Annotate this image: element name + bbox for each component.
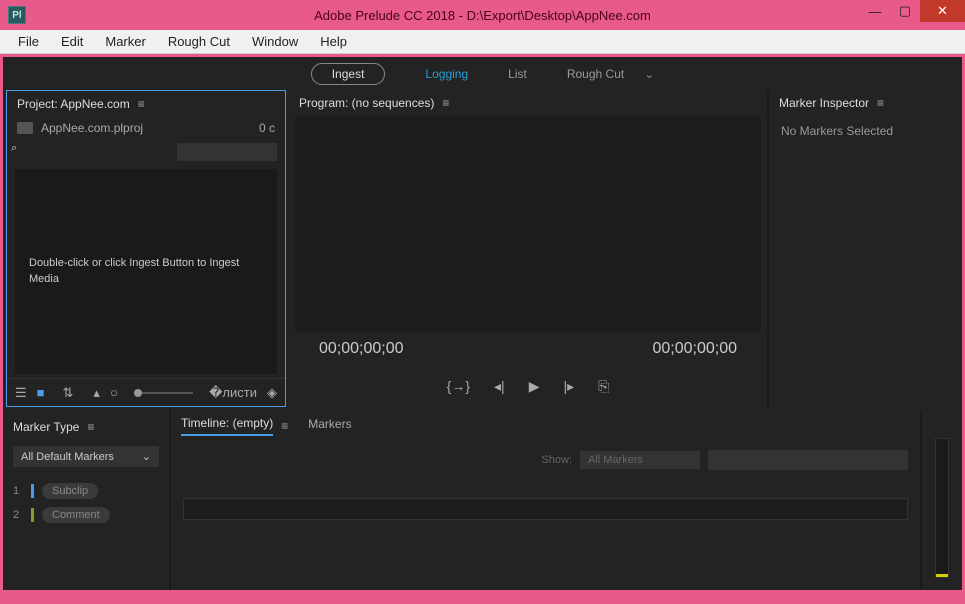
- project-filename: AppNee.com.plproj: [41, 121, 143, 135]
- timeline-tabs: Timeline: (empty) ≡ Markers: [171, 410, 920, 442]
- program-panel: Program: (no sequences) ≡ 00;00;00;00 00…: [289, 90, 769, 407]
- timeline-controls: Show: All Markers ⌕: [171, 442, 920, 478]
- marker-type-dropdown[interactable]: All Default Markers ⌄: [13, 446, 159, 467]
- workspace-rough-cut[interactable]: Rough Cut: [567, 63, 624, 85]
- app-icon: Pl: [8, 6, 26, 24]
- show-filter-select[interactable]: All Markers: [580, 451, 700, 469]
- step-forward-icon[interactable]: |▸: [563, 378, 574, 395]
- marker-label: Subclip: [42, 483, 98, 499]
- project-search-row: ⌕: [7, 139, 285, 165]
- project-search-input[interactable]: [177, 143, 277, 161]
- audio-meter-panel: [920, 410, 962, 590]
- zoom-dot-icon: ○: [110, 385, 118, 400]
- window-title: Adobe Prelude CC 2018 - D:\Export\Deskto…: [314, 8, 651, 23]
- transport-controls: {→} ◂| ▶ |▸ ⎘: [289, 370, 767, 407]
- media-bin-hint: Double-click or click Ingest Button to I…: [29, 256, 263, 287]
- workspace-bar: Ingest Logging List Rough Cut ⌄: [0, 54, 965, 90]
- panel-menu-icon[interactable]: ≡: [87, 420, 94, 434]
- titlebar: Pl Adobe Prelude CC 2018 - D:\Export\Des…: [0, 0, 965, 30]
- menu-help[interactable]: Help: [310, 31, 357, 52]
- minimize-button[interactable]: —: [860, 0, 890, 22]
- tab-timeline[interactable]: Timeline: (empty): [181, 416, 273, 436]
- marker-inspector-panel: Marker Inspector ≡ No Markers Selected: [769, 90, 959, 407]
- workspace-ingest[interactable]: Ingest: [311, 63, 386, 85]
- project-panel: Project: AppNee.com ≡ AppNee.com.plproj …: [6, 90, 286, 407]
- marker-type-list: 1 Subclip 2 Comment: [3, 473, 169, 533]
- workspace-overflow-icon[interactable]: ⌄: [644, 67, 654, 81]
- play-icon[interactable]: ▶: [529, 378, 540, 395]
- marker-label: Comment: [42, 507, 110, 523]
- zoom-out-icon[interactable]: ▴: [93, 385, 100, 401]
- zoom-handle[interactable]: [134, 389, 142, 397]
- menu-window[interactable]: Window: [242, 31, 308, 52]
- marker-type-panel: Marker Type ≡ All Default Markers ⌄ 1 Su…: [3, 410, 171, 590]
- close-button[interactable]: ✕: [920, 0, 965, 22]
- search-icon: ⌕: [11, 142, 17, 155]
- project-panel-title: Project: AppNee.com: [17, 97, 130, 111]
- marker-color-bar: [31, 508, 34, 522]
- chevron-down-icon: ⌄: [142, 450, 151, 463]
- marker-type-item[interactable]: 2 Comment: [13, 503, 159, 527]
- workspace-list[interactable]: List: [508, 63, 527, 85]
- timeline-track[interactable]: [183, 498, 908, 520]
- mark-in-out-icon[interactable]: {→}: [447, 378, 470, 395]
- list-view-icon[interactable]: ☰: [15, 385, 27, 401]
- program-monitor[interactable]: [295, 116, 761, 332]
- menubar: File Edit Marker Rough Cut Window Help: [0, 30, 965, 54]
- project-panel-header: Project: AppNee.com ≡: [7, 91, 285, 117]
- marker-num: 2: [13, 509, 23, 521]
- project-file-row[interactable]: AppNee.com.plproj 0 c: [7, 117, 285, 139]
- audio-level: [936, 574, 948, 577]
- window-controls: — ▢ ✕: [860, 0, 965, 22]
- timeline-panel: Timeline: (empty) ≡ Markers Show: All Ma…: [171, 410, 920, 590]
- project-clip-count: 0 c: [259, 121, 275, 135]
- marker-dropdown-value: All Default Markers: [21, 451, 114, 463]
- zoom-slider[interactable]: [134, 392, 193, 394]
- inspector-empty-text: No Markers Selected: [769, 116, 959, 146]
- panel-menu-icon[interactable]: ≡: [138, 97, 145, 111]
- menu-file[interactable]: File: [8, 31, 49, 52]
- marker-type-title: Marker Type: [13, 420, 79, 434]
- timecode-in[interactable]: 00;00;00;00: [319, 340, 404, 358]
- main-area: Project: AppNee.com ≡ AppNee.com.plproj …: [0, 90, 965, 410]
- menu-edit[interactable]: Edit: [51, 31, 93, 52]
- program-panel-header: Program: (no sequences) ≡: [289, 90, 767, 116]
- workspace-logging[interactable]: Logging: [425, 63, 468, 85]
- timeline-search-input[interactable]: [708, 450, 908, 470]
- audio-meter[interactable]: [935, 438, 949, 578]
- inspector-title: Marker Inspector: [779, 96, 869, 110]
- menu-marker[interactable]: Marker: [95, 31, 155, 52]
- step-back-icon[interactable]: ◂|: [494, 378, 505, 395]
- marker-num: 1: [13, 485, 23, 497]
- marker-type-header: Marker Type ≡: [3, 414, 169, 440]
- panel-menu-icon[interactable]: ≡: [281, 419, 288, 433]
- panel-menu-icon[interactable]: ≡: [442, 96, 449, 110]
- thumbnail-view-icon[interactable]: ■: [37, 385, 45, 400]
- project-toolbar: ☰ ■ ⇅ ▴ ○ �листи ◈: [7, 378, 285, 406]
- panel-menu-icon[interactable]: ≡: [877, 96, 884, 110]
- timecode-out[interactable]: 00;00;00;00: [652, 340, 737, 358]
- inspector-panel-header: Marker Inspector ≡: [769, 90, 959, 116]
- media-bin[interactable]: Double-click or click Ingest Button to I…: [15, 169, 277, 374]
- menu-rough-cut[interactable]: Rough Cut: [158, 31, 240, 52]
- marker-type-item[interactable]: 1 Subclip: [13, 479, 159, 503]
- sort-icon[interactable]: ⇅: [63, 385, 74, 401]
- lower-area: Marker Type ≡ All Default Markers ⌄ 1 Su…: [0, 410, 965, 593]
- export-icon[interactable]: ⎘: [598, 378, 609, 395]
- fit-icon[interactable]: ◈: [267, 385, 277, 401]
- timecode-row: 00;00;00;00 00;00;00;00: [289, 332, 767, 370]
- marker-color-bar: [31, 484, 34, 498]
- program-panel-title: Program: (no sequences): [299, 96, 434, 110]
- tab-markers[interactable]: Markers: [308, 417, 351, 435]
- project-file-icon: [17, 122, 33, 134]
- show-label: Show:: [541, 454, 572, 466]
- zoom-in-icon[interactable]: �листи: [209, 385, 257, 401]
- maximize-button[interactable]: ▢: [890, 0, 920, 22]
